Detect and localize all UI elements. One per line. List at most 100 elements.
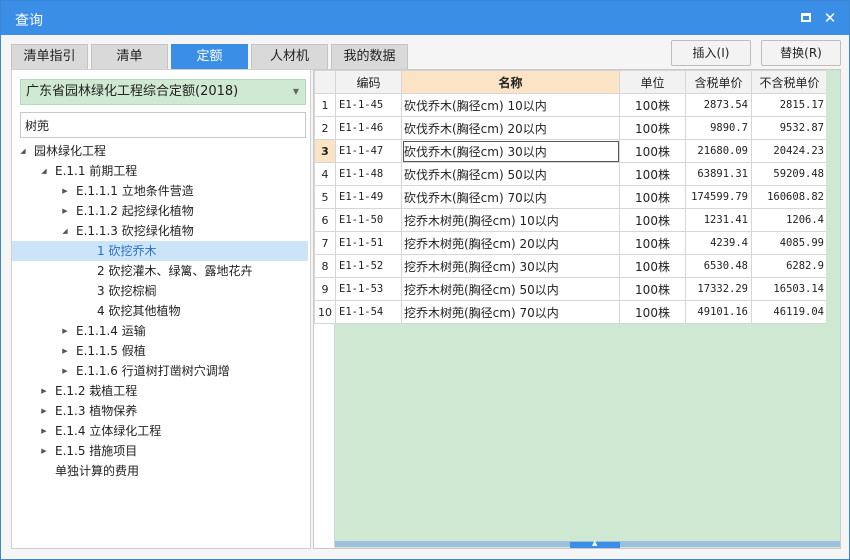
cell-unit[interactable]: 100株 bbox=[619, 254, 686, 278]
cell-price-without-tax[interactable]: 2815.17 bbox=[751, 93, 828, 117]
cell-price-without-tax[interactable]: 59209.48 bbox=[751, 162, 828, 186]
cell-code[interactable]: E1-1-48 bbox=[335, 162, 402, 186]
tree-node[interactable]: ▶ E.1.3 植物保养 bbox=[12, 401, 308, 421]
cell-unit[interactable]: 100株 bbox=[619, 93, 686, 117]
tree-node[interactable]: ▶ E.1.4 立体绿化工程 bbox=[12, 421, 308, 441]
insert-button[interactable]: 插入(I) bbox=[671, 40, 751, 66]
expanded-arrow-icon[interactable]: ◢ bbox=[60, 221, 70, 241]
cell-price-with-tax[interactable]: 21680.09 bbox=[685, 139, 752, 163]
cell-code[interactable]: E1-1-50 bbox=[335, 208, 402, 232]
cell-price-with-tax[interactable]: 1231.41 bbox=[685, 208, 752, 232]
cell-code[interactable]: E1-1-49 bbox=[335, 185, 402, 209]
table-row[interactable]: 4 E1-1-48 砍伐乔木(胸径cm) 50以内 100株 63891.31 59209… bbox=[314, 162, 828, 186]
collapsed-arrow-icon[interactable]: ▶ bbox=[39, 421, 49, 441]
tab-labor-material-machine[interactable]: 人材机 bbox=[251, 44, 328, 70]
tree-node[interactable]: ▶ E.1.1.4 运输 bbox=[12, 321, 308, 341]
tree-node[interactable]: ▶ E.1.1.6 行道树打凿树穴调增 bbox=[12, 361, 308, 381]
cell-price-without-tax[interactable]: 16503.14 bbox=[751, 277, 828, 301]
tree-node[interactable]: ▶ E.1.1.2 起挖绿化植物 bbox=[12, 201, 308, 221]
cell-price-with-tax[interactable]: 6530.48 bbox=[685, 254, 752, 278]
cell-unit[interactable]: 100株 bbox=[619, 277, 686, 301]
scroll-grip[interactable]: ▲ bbox=[570, 539, 620, 548]
cell-price-with-tax[interactable]: 17332.29 bbox=[685, 277, 752, 301]
replace-button[interactable]: 替换(R) bbox=[761, 40, 841, 66]
column-header-price-with-tax[interactable]: 含税单价 bbox=[685, 70, 752, 94]
cell-code[interactable]: E1-1-47 bbox=[335, 139, 402, 163]
cell-unit[interactable]: 100株 bbox=[619, 231, 686, 255]
collapsed-arrow-icon[interactable]: ▶ bbox=[60, 201, 70, 221]
cell-name[interactable]: 砍伐乔木(胸径cm) 30以内 bbox=[401, 139, 620, 163]
column-header-name[interactable]: 名称 bbox=[401, 70, 620, 94]
table-row[interactable]: 5 E1-1-49 砍伐乔木(胸径cm) 70以内 100株 174599.79 1606… bbox=[314, 185, 828, 209]
maximize-icon[interactable] bbox=[797, 9, 815, 27]
cell-name[interactable]: 挖乔木树蔸(胸径cm) 70以内 bbox=[401, 300, 620, 324]
tree-node[interactable]: ▶ E.1.1.5 假植 bbox=[12, 341, 308, 361]
column-header-code[interactable]: 编码 bbox=[335, 70, 402, 94]
tab-bill[interactable]: 清单 bbox=[91, 44, 168, 70]
tree-node[interactable]: ◢ E.1.1.3 砍挖绿化植物 bbox=[12, 221, 308, 241]
cell-price-without-tax[interactable]: 20424.23 bbox=[751, 139, 828, 163]
cell-name[interactable]: 挖乔木树蔸(胸径cm) 50以内 bbox=[401, 277, 620, 301]
cell-code[interactable]: E1-1-52 bbox=[335, 254, 402, 278]
tree-node[interactable]: ▶ E.1.2 栽植工程 bbox=[12, 381, 308, 401]
tab-my-data[interactable]: 我的数据 bbox=[331, 44, 408, 70]
cell-unit[interactable]: 100株 bbox=[619, 162, 686, 186]
cell-code[interactable]: E1-1-54 bbox=[335, 300, 402, 324]
cell-price-without-tax[interactable]: 9532.87 bbox=[751, 116, 828, 140]
cell-price-without-tax[interactable]: 4085.99 bbox=[751, 231, 828, 255]
cell-code[interactable]: E1-1-53 bbox=[335, 277, 402, 301]
table-row[interactable]: 3 E1-1-47 砍伐乔木(胸径cm) 30以内 100株 21680.09 20424… bbox=[314, 139, 828, 163]
tree-node[interactable]: 1 砍挖乔木 bbox=[12, 241, 308, 261]
table-row[interactable]: 1 E1-1-45 砍伐乔木(胸径cm) 10以内 100株 2873.54 2815.1… bbox=[314, 93, 828, 117]
tab-bill-guide[interactable]: 清单指引 bbox=[11, 44, 88, 70]
tree-node[interactable]: ◢ E.1.1 前期工程 bbox=[12, 161, 308, 181]
cell-unit[interactable]: 100株 bbox=[619, 116, 686, 140]
vertical-scrollbar[interactable] bbox=[826, 70, 840, 540]
cell-name[interactable]: 挖乔木树蔸(胸径cm) 20以内 bbox=[401, 231, 620, 255]
tree-node[interactable]: ▶ E.1.1.1 立地条件营造 bbox=[12, 181, 308, 201]
cell-price-with-tax[interactable]: 2873.54 bbox=[685, 93, 752, 117]
tree-node[interactable]: 单独计算的费用 bbox=[12, 461, 308, 481]
cell-name[interactable]: 挖乔木树蔸(胸径cm) 10以内 bbox=[401, 208, 620, 232]
tab-quota[interactable]: 定额 bbox=[171, 44, 248, 70]
cell-price-with-tax[interactable]: 9890.7 bbox=[685, 116, 752, 140]
cell-code[interactable]: E1-1-51 bbox=[335, 231, 402, 255]
title-bar[interactable]: 查询 ✕ bbox=[1, 1, 849, 35]
close-icon[interactable]: ✕ bbox=[821, 9, 839, 27]
cell-price-without-tax[interactable]: 1206.4 bbox=[751, 208, 828, 232]
cell-unit[interactable]: 100株 bbox=[619, 185, 686, 209]
cell-code[interactable]: E1-1-46 bbox=[335, 116, 402, 140]
cell-price-without-tax[interactable]: 160608.82 bbox=[751, 185, 828, 209]
search-input[interactable] bbox=[20, 112, 306, 138]
collapsed-arrow-icon[interactable]: ▶ bbox=[60, 341, 70, 361]
cell-name[interactable]: 砍伐乔木(胸径cm) 20以内 bbox=[401, 116, 620, 140]
quota-library-select[interactable]: 广东省园林绿化工程综合定额(2018) ▼ bbox=[20, 79, 306, 105]
cell-price-with-tax[interactable]: 4239.4 bbox=[685, 231, 752, 255]
expanded-arrow-icon[interactable]: ◢ bbox=[39, 161, 49, 181]
tree-node[interactable]: 2 砍挖灌木、绿篱、露地花卉 bbox=[12, 261, 308, 281]
table-row[interactable]: 6 E1-1-50 挖乔木树蔸(胸径cm) 10以内 100株 1231.41 1206.… bbox=[314, 208, 828, 232]
tree-node[interactable]: 4 砍挖其他植物 bbox=[12, 301, 308, 321]
cell-unit[interactable]: 100株 bbox=[619, 300, 686, 324]
cell-price-with-tax[interactable]: 63891.31 bbox=[685, 162, 752, 186]
column-header-unit[interactable]: 单位 bbox=[619, 70, 686, 94]
cell-price-without-tax[interactable]: 46119.04 bbox=[751, 300, 828, 324]
tree-node[interactable]: ◢ 园林绿化工程 bbox=[12, 141, 308, 161]
cell-code[interactable]: E1-1-45 bbox=[335, 93, 402, 117]
collapsed-arrow-icon[interactable]: ▶ bbox=[60, 181, 70, 201]
cell-name[interactable]: 砍伐乔木(胸径cm) 70以内 bbox=[401, 185, 620, 209]
collapsed-arrow-icon[interactable]: ▶ bbox=[60, 361, 70, 381]
table-row[interactable]: 9 E1-1-53 挖乔木树蔸(胸径cm) 50以内 100株 17332.29 1650… bbox=[314, 277, 828, 301]
table-row[interactable]: 7 E1-1-51 挖乔木树蔸(胸径cm) 20以内 100株 4239.4 4085.9… bbox=[314, 231, 828, 255]
collapsed-arrow-icon[interactable]: ▶ bbox=[39, 441, 49, 461]
cell-price-with-tax[interactable]: 49101.16 bbox=[685, 300, 752, 324]
table-row[interactable]: 2 E1-1-46 砍伐乔木(胸径cm) 20以内 100株 9890.7 9532.87 bbox=[314, 116, 828, 140]
cell-unit[interactable]: 100株 bbox=[619, 139, 686, 163]
tree-node[interactable]: 3 砍挖棕榈 bbox=[12, 281, 308, 301]
cell-name[interactable]: 砍伐乔木(胸径cm) 10以内 bbox=[401, 93, 620, 117]
tree-node[interactable]: ▶ E.1.5 措施项目 bbox=[12, 441, 308, 461]
table-row[interactable]: 8 E1-1-52 挖乔木树蔸(胸径cm) 30以内 100株 6530.48 6282.… bbox=[314, 254, 828, 278]
expanded-arrow-icon[interactable]: ◢ bbox=[18, 141, 28, 161]
cell-unit[interactable]: 100株 bbox=[619, 208, 686, 232]
table-row[interactable]: 10 E1-1-54 挖乔木树蔸(胸径cm) 70以内 100株 49101.16 461… bbox=[314, 300, 828, 324]
